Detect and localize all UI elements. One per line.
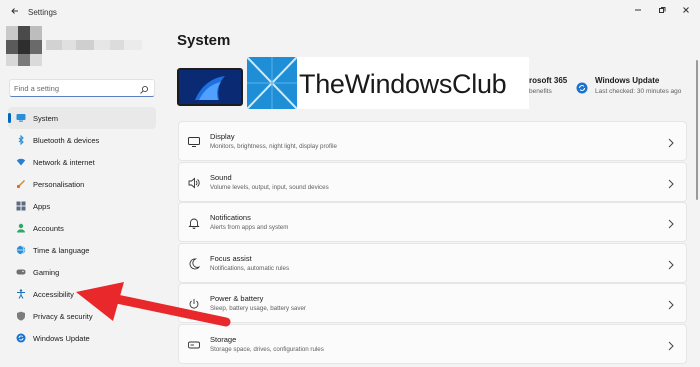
speaker-icon xyxy=(188,177,200,189)
sidebar-item-privacy-security[interactable]: Privacy & security xyxy=(8,305,156,327)
card-title: Sound xyxy=(210,172,232,182)
brush-icon xyxy=(16,179,26,189)
sidebar-item-system[interactable]: System xyxy=(8,107,156,129)
windows-update-status: Last checked: 30 minutes ago xyxy=(595,88,682,95)
card-subtitle: Storage space, drives, configuration rul… xyxy=(210,345,324,353)
sidebar-item-apps[interactable]: Apps xyxy=(8,195,156,217)
chevron-right-icon xyxy=(667,339,675,351)
card-notifications[interactable]: Notifications Alerts from apps and syste… xyxy=(178,202,687,243)
power-icon xyxy=(188,298,200,310)
update-icon xyxy=(16,333,26,343)
card-title: Focus assist xyxy=(210,253,252,263)
sidebar-item-label: Windows Update xyxy=(33,333,90,343)
apps-icon xyxy=(16,201,26,211)
search-box[interactable] xyxy=(9,79,155,97)
chevron-right-icon xyxy=(667,136,675,148)
moon-icon xyxy=(188,258,200,270)
card-subtitle: Notifications, automatic rules xyxy=(210,264,290,272)
sidebar-item-network-internet[interactable]: Network & internet xyxy=(8,151,156,173)
sidebar-item-label: Accessibility xyxy=(33,289,74,299)
person-icon xyxy=(16,223,26,233)
restore-icon[interactable] xyxy=(653,3,671,17)
card-title: Display xyxy=(210,132,235,141)
ms365-subtitle: benefits xyxy=(529,88,552,95)
accessibility-icon xyxy=(16,289,26,299)
card-subtitle: Volume levels, output, input, sound devi… xyxy=(210,183,329,191)
system-monitor-icon xyxy=(16,113,26,123)
globe-clock-icon xyxy=(16,245,26,255)
card-display[interactable]: Display Monitors, brightness, night ligh… xyxy=(178,121,687,161)
device-thumbnail xyxy=(177,68,243,106)
ms365-title[interactable]: rosoft 365 xyxy=(529,76,567,85)
shield-icon xyxy=(16,311,26,321)
sidebar-item-label: Privacy & security xyxy=(33,311,93,321)
sidebar-item-bluetooth-devices[interactable]: Bluetooth & devices xyxy=(8,129,156,151)
chevron-right-icon xyxy=(667,298,675,310)
watermark-text: TheWindowsClub xyxy=(299,69,507,99)
card-sound[interactable]: Sound Volume levels, output, input, soun… xyxy=(178,161,687,202)
sidebar-item-time-language[interactable]: Time & language xyxy=(8,239,156,261)
close-icon[interactable] xyxy=(677,3,695,17)
search-input[interactable] xyxy=(14,81,134,95)
sidebar-nav: System Bluetooth & devices Network & int… xyxy=(8,107,156,349)
windows-update-icon[interactable] xyxy=(576,81,588,94)
sidebar-item-label: Time & language xyxy=(33,245,90,255)
sidebar-item-windows-update[interactable]: Windows Update xyxy=(8,327,156,349)
card-subtitle: Sleep, battery usage, battery saver xyxy=(210,305,306,313)
minimize-icon[interactable] xyxy=(629,3,647,17)
chevron-right-icon xyxy=(667,217,675,229)
sidebar-item-accounts[interactable]: Accounts xyxy=(8,217,156,239)
windows-update-title[interactable]: Windows Update xyxy=(595,76,659,85)
page-title: System xyxy=(177,32,231,49)
back-arrow-icon[interactable] xyxy=(10,6,20,18)
watermark-logo: TheWindowsClub xyxy=(247,57,529,109)
sidebar-item-label: Network & internet xyxy=(33,157,95,167)
card-title: Power & battery xyxy=(210,294,264,304)
card-storage[interactable]: Storage Storage space, drives, configura… xyxy=(178,323,687,364)
sidebar-item-label: Bluetooth & devices xyxy=(33,135,100,145)
settings-list: Display Monitors, brightness, night ligh… xyxy=(178,121,687,365)
display-icon xyxy=(188,136,200,148)
card-title: Storage xyxy=(210,334,237,344)
bell-icon xyxy=(188,217,200,230)
card-title: Notifications xyxy=(210,213,251,223)
sidebar-item-label: System xyxy=(33,113,59,123)
wifi-icon xyxy=(16,157,26,167)
sidebar-item-personalisation[interactable]: Personalisation xyxy=(8,173,156,195)
sidebar-item-label: Gaming xyxy=(33,267,60,277)
card-power-battery[interactable]: Power & battery Sleep, battery usage, ba… xyxy=(178,283,687,324)
sidebar-item-accessibility[interactable]: Accessibility xyxy=(8,283,156,305)
chevron-right-icon xyxy=(667,258,675,270)
sidebar-item-gaming[interactable]: Gaming xyxy=(8,261,156,283)
storage-icon xyxy=(188,339,200,351)
chevron-right-icon xyxy=(667,177,675,189)
avatar[interactable] xyxy=(6,26,156,66)
card-focus-assist[interactable]: Focus assist Notifications, automatic ru… xyxy=(178,242,687,283)
app-title: Settings xyxy=(28,8,57,17)
card-subtitle: Monitors, brightness, night light, displ… xyxy=(210,143,337,150)
search-icon[interactable] xyxy=(139,82,149,94)
card-subtitle: Alerts from apps and system xyxy=(210,224,289,232)
sidebar-item-label: Apps xyxy=(33,201,51,211)
sidebar-item-label: Accounts xyxy=(33,223,64,233)
sidebar-item-label: Personalisation xyxy=(33,179,85,189)
scrollbar[interactable] xyxy=(696,60,698,200)
bluetooth-icon xyxy=(16,135,26,145)
title-bar: Settings xyxy=(0,0,700,24)
gamepad-icon xyxy=(16,267,26,277)
